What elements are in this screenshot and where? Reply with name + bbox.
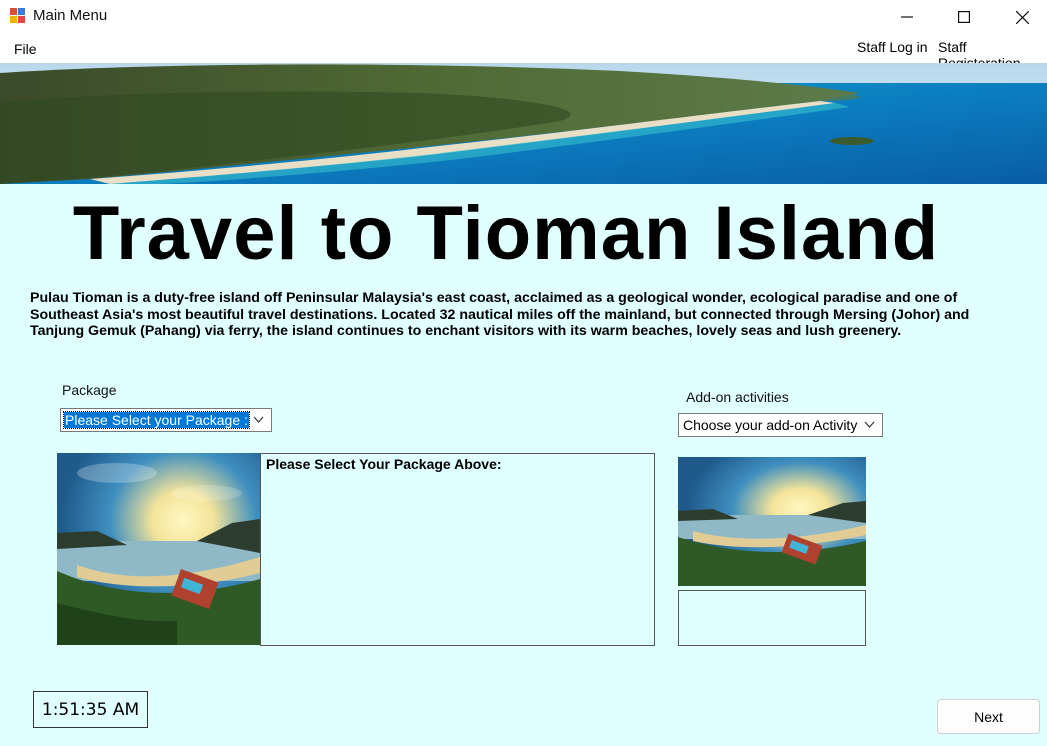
banner-image <box>0 63 1047 184</box>
package-image <box>57 453 260 645</box>
maximize-button[interactable] <box>935 0 993 34</box>
package-details-box[interactable]: Please Select Your Package Above: <box>260 453 655 646</box>
chevron-down-icon <box>864 421 875 428</box>
page-title: Travel to Tioman Island <box>72 191 940 276</box>
island-description: Pulau Tioman is a duty-free island off P… <box>30 290 970 339</box>
menu-bar: File Staff Log in Staff Registeration <box>0 34 1047 71</box>
app-icon <box>10 8 26 24</box>
maximize-icon <box>958 11 970 23</box>
window-title: Main Menu <box>33 7 108 24</box>
title-bar: Main Menu <box>0 0 1047 34</box>
package-select-value: Please Select your Package : <box>63 411 250 429</box>
package-details-text: Please Select Your Package Above: <box>266 456 502 472</box>
package-label: Package <box>62 382 117 398</box>
clock-display: 1:51:35 AM <box>33 691 148 728</box>
addon-select-value: Choose your add-on Activity <box>683 417 858 433</box>
minimize-button[interactable] <box>878 0 936 34</box>
minimize-icon <box>901 16 913 18</box>
addon-select[interactable]: Choose your add-on Activity <box>678 413 883 437</box>
next-button[interactable]: Next <box>937 699 1040 734</box>
chevron-down-icon <box>253 416 264 423</box>
addon-label: Add-on activities <box>686 389 789 405</box>
package-select[interactable]: Please Select your Package : <box>60 408 272 432</box>
addon-image <box>678 457 866 586</box>
menu-staff-login[interactable]: Staff Log in <box>857 39 928 55</box>
close-button[interactable] <box>993 0 1047 34</box>
menu-file[interactable]: File <box>14 41 37 57</box>
addon-details-box[interactable] <box>678 590 866 646</box>
close-icon <box>1015 10 1029 24</box>
